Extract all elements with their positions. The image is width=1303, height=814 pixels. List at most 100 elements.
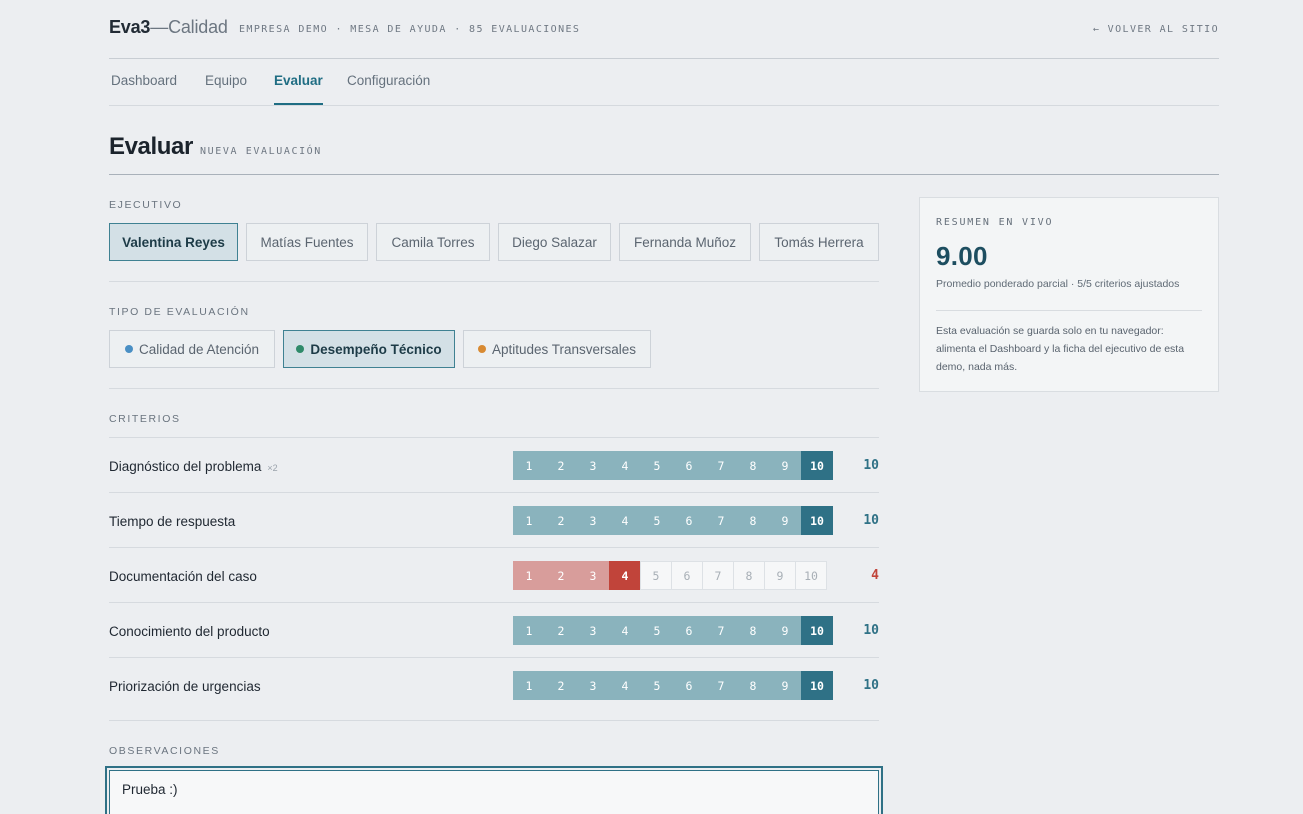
logo-dash: — xyxy=(150,17,169,37)
score-option-4[interactable]: 4 xyxy=(609,616,641,645)
score-option-3[interactable]: 3 xyxy=(577,616,609,645)
score-option-10[interactable]: 10 xyxy=(801,451,833,480)
score-option-1[interactable]: 1 xyxy=(513,671,545,700)
score-option-7[interactable]: 7 xyxy=(705,506,737,535)
score-option-4[interactable]: 4 xyxy=(609,561,641,590)
criterion-name: Documentación del caso xyxy=(109,569,257,584)
blue-dot-icon xyxy=(124,345,133,353)
score-option-2[interactable]: 2 xyxy=(545,616,577,645)
score-option-2[interactable]: 2 xyxy=(545,506,577,535)
tab-equipo[interactable]: Equipo xyxy=(205,73,247,105)
score-option-10[interactable]: 10 xyxy=(801,506,833,535)
score-option-6[interactable]: 6 xyxy=(673,671,705,700)
summary-divider xyxy=(936,310,1202,311)
score-option-5[interactable]: 5 xyxy=(641,616,673,645)
summary-note: Promedio ponderado parcial · 5/5 criteri… xyxy=(936,278,1180,290)
app-logo[interactable]: Eva3—Calidad xyxy=(109,17,228,38)
criterion-label: Conocimiento del producto xyxy=(109,624,270,639)
summary-score: 9.00 xyxy=(936,241,988,271)
score-option-5[interactable]: 5 xyxy=(641,451,673,480)
criterion-name: Conocimiento del producto xyxy=(109,624,270,639)
tab-dashboard[interactable]: Dashboard xyxy=(111,73,177,105)
score-option-7[interactable]: 7 xyxy=(705,616,737,645)
score-option-3[interactable]: 3 xyxy=(577,561,609,590)
criterion-score: 10 xyxy=(863,623,879,638)
tab-evaluar[interactable]: Evaluar xyxy=(274,73,323,105)
observaciones-field-wrapper xyxy=(105,766,883,814)
score-option-3[interactable]: 3 xyxy=(577,451,609,480)
score-option-9[interactable]: 9 xyxy=(769,616,801,645)
logo-bold: Eva3 xyxy=(109,17,151,37)
ejecutivo-option-tomas-herrera[interactable]: Tomás Herrera xyxy=(759,223,879,261)
criterion-row: Diagnóstico del problema ×2 1 2 3 4 5 6 7 8 9 10 10 xyxy=(109,437,879,492)
tipo-option-label: Aptitudes Transversales xyxy=(491,341,637,357)
score-option-9[interactable]: 9 xyxy=(764,561,796,590)
back-to-site-link[interactable]: ← VOLVER AL SITIO xyxy=(1093,24,1219,35)
ejecutivo-label: EJECUTIVO xyxy=(109,199,183,211)
score-option-8[interactable]: 8 xyxy=(737,506,769,535)
top-header: Eva3—Calidad EMPRESA DEMO · MESA DE AYUD… xyxy=(109,0,1219,59)
score-option-1[interactable]: 1 xyxy=(513,451,545,480)
score-option-1[interactable]: 1 xyxy=(513,616,545,645)
score-option-2[interactable]: 2 xyxy=(545,671,577,700)
score-option-4[interactable]: 4 xyxy=(609,671,641,700)
criterion-row: Tiempo de respuesta 1 2 3 4 5 6 7 8 9 10 10 xyxy=(109,492,879,547)
score-option-4[interactable]: 4 xyxy=(609,451,641,480)
criterion-score: 10 xyxy=(863,678,879,693)
score-option-6[interactable]: 6 xyxy=(673,506,705,535)
score-option-7[interactable]: 7 xyxy=(705,671,737,700)
score-option-10[interactable]: 10 xyxy=(801,616,833,645)
page-subtitle: NUEVA EVALUACIÓN xyxy=(200,146,322,157)
criterion-row: Priorización de urgencias 1 2 3 4 5 6 7 8 9 10 10 xyxy=(109,657,879,712)
score-option-7[interactable]: 7 xyxy=(705,451,737,480)
section-divider xyxy=(109,281,879,282)
criterion-score: 4 xyxy=(871,568,879,583)
ejecutivo-option-fernanda-munoz[interactable]: Fernanda Muñoz xyxy=(619,223,751,261)
ejecutivo-option-matias-fuentes[interactable]: Matías Fuentes xyxy=(246,223,368,261)
score-option-4[interactable]: 4 xyxy=(609,506,641,535)
score-option-9[interactable]: 9 xyxy=(769,671,801,700)
score-scale: 1 2 3 4 5 6 7 8 9 10 xyxy=(513,506,835,535)
ejecutivo-option-camila-torres[interactable]: Camila Torres xyxy=(376,223,490,261)
score-option-3[interactable]: 3 xyxy=(577,506,609,535)
score-option-3[interactable]: 3 xyxy=(577,671,609,700)
score-option-1[interactable]: 1 xyxy=(513,561,545,590)
score-option-8[interactable]: 8 xyxy=(737,451,769,480)
criterion-weight: ×2 xyxy=(267,463,278,473)
score-option-2[interactable]: 2 xyxy=(545,561,577,590)
score-option-10[interactable]: 10 xyxy=(801,671,833,700)
score-option-5[interactable]: 5 xyxy=(641,671,673,700)
score-option-8[interactable]: 8 xyxy=(737,671,769,700)
section-divider xyxy=(109,388,879,389)
score-option-6[interactable]: 6 xyxy=(673,616,705,645)
tipo-option-calidad-atencion[interactable]: Calidad de Atención xyxy=(109,330,275,368)
main-nav: Dashboard Equipo Evaluar Configuración xyxy=(109,59,1219,106)
tipo-option-desempeno-tecnico[interactable]: Desempeño Técnico xyxy=(283,330,455,368)
observaciones-textarea[interactable] xyxy=(109,770,879,814)
score-option-9[interactable]: 9 xyxy=(769,451,801,480)
tipo-option-aptitudes-transversales[interactable]: Aptitudes Transversales xyxy=(463,330,651,368)
score-option-7[interactable]: 7 xyxy=(702,561,734,590)
green-dot-icon xyxy=(296,345,305,353)
score-option-8[interactable]: 8 xyxy=(733,561,765,590)
score-option-6[interactable]: 6 xyxy=(671,561,703,590)
criterion-label: Diagnóstico del problema xyxy=(109,459,262,474)
title-divider xyxy=(109,174,1219,175)
score-option-1[interactable]: 1 xyxy=(513,506,545,535)
tab-configuracion[interactable]: Configuración xyxy=(347,73,430,105)
score-option-8[interactable]: 8 xyxy=(737,616,769,645)
ejecutivo-option-valentina-reyes[interactable]: Valentina Reyes xyxy=(109,223,238,261)
criterion-score: 10 xyxy=(863,458,879,473)
score-option-5[interactable]: 5 xyxy=(640,561,672,590)
score-option-10[interactable]: 10 xyxy=(795,561,827,590)
ejecutivo-option-diego-salazar[interactable]: Diego Salazar xyxy=(498,223,611,261)
score-option-6[interactable]: 6 xyxy=(673,451,705,480)
score-option-2[interactable]: 2 xyxy=(545,451,577,480)
score-scale: 1 2 3 4 5 6 7 8 9 10 xyxy=(513,671,835,700)
score-scale: 1 2 3 4 5 6 7 8 9 10 xyxy=(513,561,835,590)
tipo-option-label: Calidad de Atención xyxy=(138,341,260,357)
score-option-9[interactable]: 9 xyxy=(769,506,801,535)
score-option-5[interactable]: 5 xyxy=(641,506,673,535)
criterion-label: Priorización de urgencias xyxy=(109,679,261,694)
criterion-name: Diagnóstico del problema ×2 xyxy=(109,459,278,474)
